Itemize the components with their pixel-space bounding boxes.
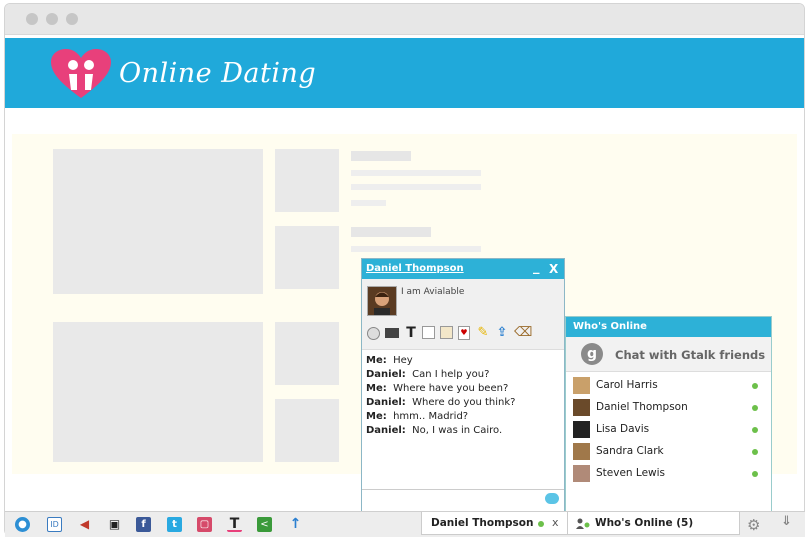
status-text: I am Avialable xyxy=(401,287,465,297)
clear-icon[interactable]: ⌫ xyxy=(514,326,532,340)
megaphone-icon[interactable]: ◀ xyxy=(77,517,92,532)
online-status-icon xyxy=(538,521,544,527)
heart-logo-icon xyxy=(51,49,111,98)
chat-tab-label: Daniel Thompson xyxy=(431,517,534,529)
whos-online-title: Who's Online xyxy=(573,321,647,332)
font-icon[interactable]: T xyxy=(404,326,418,340)
avatar xyxy=(573,399,590,416)
text-placeholder xyxy=(351,200,386,206)
friend-item[interactable]: Steven Lewis xyxy=(566,463,771,485)
user-online-icon xyxy=(576,518,590,529)
thumb-placeholder xyxy=(275,149,339,212)
game-icon[interactable]: ▣ xyxy=(107,517,122,532)
bottom-toolbar: ● ID ◀ ▣ f t ▢ T < ↑ Daniel Thompson x W… xyxy=(5,511,805,537)
friend-name: Carol Harris xyxy=(596,379,658,391)
avatar xyxy=(573,421,590,438)
text-placeholder xyxy=(351,227,431,237)
gtalk-label: Chat with Gtalk friends xyxy=(615,348,766,362)
thumb-placeholder xyxy=(275,322,339,385)
message-input[interactable] xyxy=(362,489,564,512)
close-icon[interactable]: x xyxy=(552,516,559,529)
message-list: Me: Hey Daniel: Can I help you? Me: Wher… xyxy=(366,355,561,439)
text-placeholder xyxy=(351,151,411,161)
browser-titlebar xyxy=(5,4,804,35)
chat-contact-name[interactable]: Daniel Thompson xyxy=(366,263,464,274)
list-item: Me: hmm.. Madrid? xyxy=(366,411,469,422)
whos-online-tab-label: Who's Online (5) xyxy=(595,517,694,529)
window-dot-1[interactable] xyxy=(26,13,38,25)
notes-icon[interactable] xyxy=(440,326,453,339)
arrow-up-icon[interactable]: ↑ xyxy=(288,517,303,532)
friend-item[interactable]: Carol Harris xyxy=(566,375,771,397)
friend-name: Sandra Clark xyxy=(596,445,664,457)
online-status-icon xyxy=(752,427,758,433)
chat-header: Daniel Thompson _ X xyxy=(362,259,564,279)
emoticon-icon[interactable] xyxy=(367,327,380,340)
font-icon[interactable]: T xyxy=(227,517,242,532)
minimize-icon[interactable]: _ xyxy=(533,260,540,275)
thumb-placeholder xyxy=(275,226,339,289)
draw-icon[interactable] xyxy=(422,326,435,339)
id-card-icon[interactable]: ID xyxy=(47,517,62,532)
friend-item[interactable]: Lisa Davis xyxy=(566,419,771,441)
whos-online-tab[interactable]: Who's Online (5) xyxy=(567,512,740,535)
photo-placeholder xyxy=(53,149,263,294)
speech-bubble-icon[interactable] xyxy=(545,493,559,504)
text-placeholder xyxy=(351,170,481,176)
whos-online-panel: Who's Online g Chat with Gtalk friends C… xyxy=(565,316,772,512)
online-status-icon xyxy=(752,449,758,455)
online-status-icon xyxy=(752,383,758,389)
friend-name: Steven Lewis xyxy=(596,467,666,479)
avatar xyxy=(573,443,590,460)
google-icon: g xyxy=(581,343,603,365)
site-logo-text[interactable]: Online Dating xyxy=(119,58,316,89)
online-status-icon xyxy=(752,405,758,411)
share-icon[interactable]: < xyxy=(257,517,272,532)
facebook-icon[interactable]: f xyxy=(136,517,151,532)
upload-icon[interactable]: ⇪ xyxy=(495,326,509,340)
text-placeholder xyxy=(351,184,481,190)
avatar xyxy=(573,465,590,482)
gtalk-button[interactable]: g Chat with Gtalk friends xyxy=(566,337,771,372)
thumb-placeholder xyxy=(275,399,339,462)
globe-icon[interactable]: ● xyxy=(15,517,30,532)
list-item: Me: Where have you been? xyxy=(366,383,509,394)
whos-online-header[interactable]: Who's Online xyxy=(566,317,771,337)
cards-icon[interactable]: ♥ xyxy=(458,326,470,340)
friend-item[interactable]: Daniel Thompson xyxy=(566,397,771,419)
chat-contact-info: I am Avialable T ♥ ✎ ⇪ ⌫ xyxy=(362,279,564,350)
list-item: Daniel: Can I help you? xyxy=(366,369,490,380)
chat-window: Daniel Thompson _ X I am Avialable T ♥ ✎… xyxy=(361,258,565,512)
text-placeholder xyxy=(351,246,481,252)
chat-tab-daniel[interactable]: Daniel Thompson x xyxy=(421,512,571,535)
gear-icon[interactable]: ⚙ xyxy=(747,516,760,534)
photo-placeholder xyxy=(53,322,263,462)
avatar xyxy=(367,286,397,316)
twitter-icon[interactable]: t xyxy=(167,517,182,532)
window-dot-2[interactable] xyxy=(46,13,58,25)
window-dot-3[interactable] xyxy=(66,13,78,25)
chevron-down-icon[interactable]: ⇓ xyxy=(781,514,792,529)
site-header: Online Dating xyxy=(5,38,804,108)
pencil-icon[interactable]: ✎ xyxy=(476,326,490,340)
friend-name: Daniel Thompson xyxy=(596,401,688,413)
online-status-icon xyxy=(752,471,758,477)
list-item: Daniel: No, I was in Cairo. xyxy=(366,425,503,436)
close-icon[interactable]: X xyxy=(549,262,558,276)
list-item: Daniel: Where do you think? xyxy=(366,397,516,408)
avatar xyxy=(573,377,590,394)
photo-icon[interactable]: ▢ xyxy=(197,517,212,532)
screen-icon[interactable] xyxy=(385,328,399,338)
list-item: Me: Hey xyxy=(366,355,413,366)
friend-name: Lisa Davis xyxy=(596,423,650,435)
friend-item[interactable]: Sandra Clark xyxy=(566,441,771,463)
